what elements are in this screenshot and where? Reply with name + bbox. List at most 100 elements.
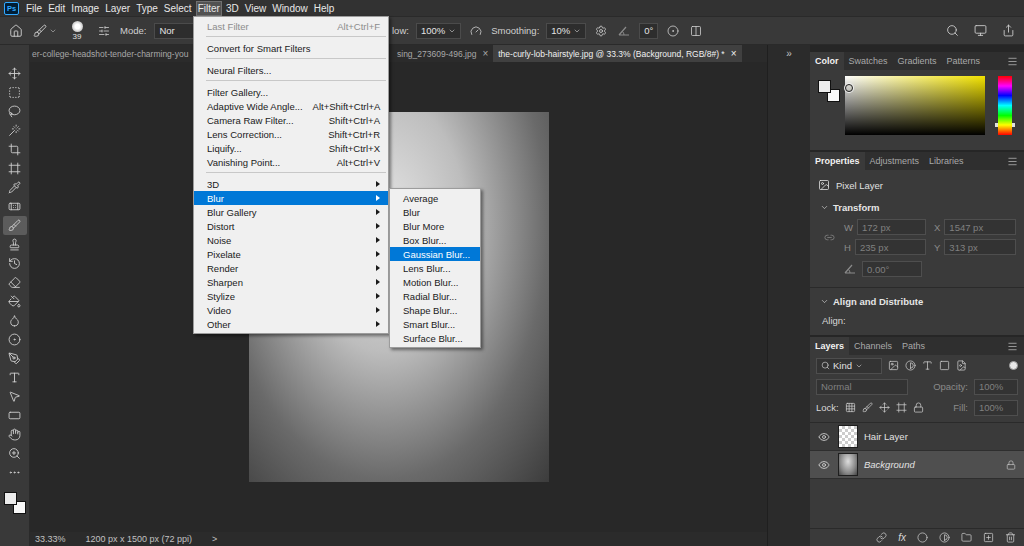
panel-menu-button[interactable] bbox=[1007, 337, 1018, 355]
tool-button[interactable] bbox=[3, 463, 27, 482]
panel-menu-button[interactable] bbox=[1007, 152, 1018, 170]
menu-item[interactable]: Adaptive Wide Angle...Alt+Shift+Ctrl+A bbox=[194, 99, 388, 113]
search-icon[interactable] bbox=[946, 24, 959, 37]
share-button[interactable] bbox=[1000, 21, 1016, 41]
tool-button[interactable] bbox=[3, 273, 27, 292]
symmetry-button[interactable] bbox=[688, 21, 704, 41]
submenu-item[interactable]: Box Blur... bbox=[390, 233, 480, 247]
airbrush-button[interactable] bbox=[468, 21, 484, 41]
menu-icon[interactable] bbox=[1007, 341, 1018, 352]
zoom-icon[interactable] bbox=[8, 447, 21, 460]
healing-icon[interactable] bbox=[8, 200, 21, 213]
flow-field[interactable]: 100% bbox=[416, 23, 461, 39]
menu-bar-item[interactable]: Image bbox=[69, 1, 101, 16]
menu-item[interactable]: Liquify...Shift+Ctrl+X bbox=[194, 141, 388, 155]
layer-row[interactable]: Hair Layer bbox=[810, 423, 1024, 451]
document-tab[interactable]: sing_273609-496.jpg× bbox=[392, 45, 493, 62]
gradient-icon[interactable] bbox=[8, 295, 21, 308]
move-icon[interactable] bbox=[8, 67, 21, 80]
panel-tab[interactable]: Swatches bbox=[844, 52, 893, 70]
rectangle-icon[interactable] bbox=[8, 409, 21, 422]
adjustment-layer-icon[interactable] bbox=[939, 532, 950, 543]
link-dimensions-button[interactable] bbox=[822, 232, 836, 243]
crop-icon[interactable] bbox=[8, 143, 21, 156]
tool-button[interactable] bbox=[3, 330, 27, 349]
layer-mask-icon[interactable] bbox=[917, 532, 928, 543]
eye-icon[interactable] bbox=[818, 431, 830, 443]
airbrush-icon[interactable] bbox=[470, 25, 482, 37]
menu-bar-item[interactable]: Edit bbox=[46, 1, 67, 16]
eye-icon[interactable] bbox=[818, 459, 830, 471]
menu-bar-item[interactable]: 3D bbox=[224, 1, 241, 16]
tool-button[interactable] bbox=[3, 425, 27, 444]
type-icon[interactable] bbox=[8, 371, 21, 384]
lasso-icon[interactable] bbox=[8, 105, 21, 118]
tool-button[interactable] bbox=[3, 235, 27, 254]
tool-button[interactable] bbox=[3, 311, 27, 330]
expand-panels-button[interactable]: » bbox=[786, 48, 792, 546]
panel-tab[interactable]: Adjustments bbox=[865, 152, 925, 170]
stamp-icon[interactable] bbox=[8, 238, 21, 251]
menu-item[interactable]: Vanishing Point...Alt+Ctrl+V bbox=[194, 155, 388, 169]
panel-tab[interactable]: Layers bbox=[810, 337, 849, 355]
gear-icon[interactable] bbox=[595, 25, 607, 37]
smoothing-field[interactable]: 10% bbox=[546, 23, 586, 39]
hue-slider[interactable] bbox=[998, 76, 1012, 135]
lock-all-icon[interactable] bbox=[913, 402, 924, 413]
mode-dropdown[interactable]: Nor bbox=[154, 23, 193, 39]
brush-settings-button[interactable] bbox=[96, 21, 112, 41]
dodge-icon[interactable] bbox=[8, 333, 21, 346]
eraser-icon[interactable] bbox=[8, 276, 21, 289]
workspace-button[interactable] bbox=[972, 21, 988, 41]
menu-item[interactable]: Convert for Smart Filters bbox=[194, 41, 388, 55]
eyedropper-icon[interactable] bbox=[8, 181, 21, 194]
adjustment-filter-icon[interactable] bbox=[905, 360, 916, 371]
menu-icon[interactable] bbox=[1007, 156, 1018, 167]
menu-item[interactable]: Stylize bbox=[194, 289, 388, 303]
submenu-item[interactable]: Blur bbox=[390, 205, 480, 219]
tool-button[interactable] bbox=[3, 102, 27, 121]
workspace-icon[interactable] bbox=[974, 24, 987, 37]
menu-item[interactable]: Lens Correction...Shift+Ctrl+R bbox=[194, 127, 388, 141]
tool-button[interactable] bbox=[3, 254, 27, 273]
menu-icon[interactable] bbox=[1007, 56, 1018, 67]
foreground-swatch[interactable] bbox=[4, 492, 17, 505]
home-icon[interactable] bbox=[9, 24, 23, 38]
layer-filter-dropdown[interactable]: Kind bbox=[816, 358, 882, 374]
tool-button[interactable] bbox=[3, 406, 27, 425]
lock-artboard-icon[interactable] bbox=[896, 402, 907, 413]
menu-item[interactable]: Render bbox=[194, 261, 388, 275]
submenu-item[interactable]: Smart Blur... bbox=[390, 317, 480, 331]
tool-button[interactable] bbox=[3, 64, 27, 83]
panel-tab[interactable]: Channels bbox=[849, 337, 897, 355]
menu-bar-item[interactable]: Layer bbox=[103, 1, 132, 16]
menu-bar-item[interactable]: File bbox=[24, 1, 44, 16]
pressure-icon[interactable] bbox=[667, 25, 679, 37]
menu-item[interactable]: Filter Gallery... bbox=[194, 85, 388, 99]
layer-effects-button[interactable]: fx bbox=[898, 532, 906, 543]
panel-tab[interactable]: Patterns bbox=[942, 52, 986, 70]
tool-button[interactable] bbox=[3, 444, 27, 463]
menu-item[interactable]: Sharpen bbox=[194, 275, 388, 289]
panel-tab[interactable]: Properties bbox=[810, 152, 865, 170]
submenu-item[interactable]: Radial Blur... bbox=[390, 289, 480, 303]
smoothing-settings-button[interactable] bbox=[593, 21, 609, 41]
layer-row[interactable]: Background bbox=[810, 451, 1024, 479]
color-swatches[interactable] bbox=[4, 492, 26, 514]
close-tab-button[interactable]: × bbox=[482, 48, 488, 59]
visibility-toggle[interactable] bbox=[816, 431, 832, 443]
symmetry-icon[interactable] bbox=[690, 25, 702, 37]
share-icon[interactable] bbox=[1002, 24, 1015, 37]
submenu-item[interactable]: Lens Blur... bbox=[390, 261, 480, 275]
brush-icon[interactable] bbox=[8, 219, 21, 232]
panel-tab[interactable]: Color bbox=[810, 52, 844, 70]
smart-object-filter-icon[interactable] bbox=[956, 360, 967, 371]
pen-icon[interactable] bbox=[8, 352, 21, 365]
close-tab-button[interactable]: × bbox=[731, 48, 737, 59]
panel-tab[interactable]: Paths bbox=[897, 337, 930, 355]
panel-tab[interactable]: Gradients bbox=[893, 52, 942, 70]
tool-button[interactable] bbox=[3, 159, 27, 178]
tool-button[interactable] bbox=[3, 121, 27, 140]
tool-button[interactable] bbox=[3, 368, 27, 387]
pressure-size-button[interactable] bbox=[665, 21, 681, 41]
